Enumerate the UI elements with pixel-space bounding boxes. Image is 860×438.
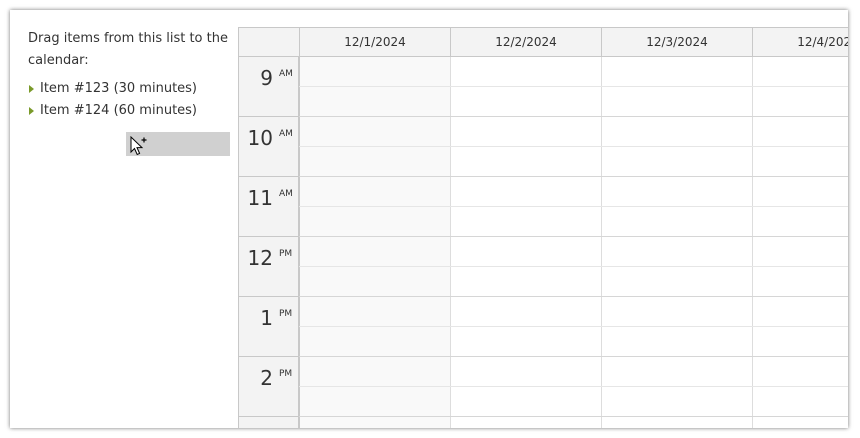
hour-label: 12 (247, 246, 273, 270)
app-frame: Drag items from this list to the calenda… (10, 10, 848, 428)
half-hour-line (299, 206, 848, 207)
hour-header: 1 PM (239, 297, 299, 357)
hour-header: 10 AM (239, 117, 299, 177)
hour-label: 1 (260, 306, 273, 330)
half-hour-line (299, 86, 848, 87)
ampm-label: AM (279, 69, 293, 79)
hour-label: 11 (247, 186, 273, 210)
hour-header: 9 AM (239, 57, 299, 117)
day-column[interactable] (752, 57, 848, 428)
day-header: 12/1/2024 (299, 27, 450, 57)
bullet-triangle-icon (29, 85, 34, 93)
hour-line (299, 296, 848, 297)
hour-label: 10 (247, 126, 273, 150)
day-column[interactable] (601, 57, 752, 428)
ampm-label: AM (279, 129, 293, 139)
draggable-item-list: Item #123 (30 minutes) Item #124 (60 min… (28, 78, 228, 122)
half-hour-line (299, 266, 848, 267)
hour-line (299, 176, 848, 177)
half-hour-line (299, 326, 848, 327)
hour-line (299, 236, 848, 237)
day-column[interactable] (299, 57, 450, 428)
ampm-label: PM (279, 309, 293, 319)
calendar-header: 12/1/2024 12/2/2024 12/3/2024 12/4/2024 (299, 27, 848, 57)
hour-line (299, 416, 848, 417)
day-header: 12/4/2024 (752, 27, 848, 57)
hour-line (299, 356, 848, 357)
instructions-text: Drag items from this list to the calenda… (28, 31, 228, 68)
draggable-item-label: Item #123 (30 minutes) (40, 81, 198, 96)
time-row-headers: 9 AM 10 AM 11 AM 12 PM 1 PM 2 PM (239, 57, 299, 428)
hour-header: 2 PM (239, 357, 299, 417)
draggable-item-label: Item #124 (60 minutes) (40, 103, 198, 118)
calendar-grid (299, 57, 848, 428)
day-header: 12/3/2024 (601, 27, 752, 57)
half-hour-line (299, 146, 848, 147)
draggable-item[interactable]: Item #124 (60 minutes) (28, 100, 228, 122)
day-header: 12/2/2024 (450, 27, 601, 57)
hour-label: 2 (260, 366, 273, 390)
hour-label: 9 (260, 66, 273, 90)
ampm-label: PM (279, 369, 293, 379)
hour-line (299, 116, 848, 117)
calendar-corner (239, 27, 299, 57)
hour-header: 11 AM (239, 177, 299, 237)
drag-copy-cursor-icon (130, 136, 147, 156)
day-column[interactable] (450, 57, 601, 428)
half-hour-line (299, 386, 848, 387)
ampm-label: PM (279, 249, 293, 259)
ampm-label: AM (279, 189, 293, 199)
hour-header: 12 PM (239, 237, 299, 297)
external-items-panel: Drag items from this list to the calenda… (28, 28, 228, 122)
bullet-triangle-icon (29, 107, 34, 115)
calendar: 12/1/2024 12/2/2024 12/3/2024 12/4/2024 … (238, 27, 848, 428)
draggable-item[interactable]: Item #123 (30 minutes) (28, 78, 228, 100)
